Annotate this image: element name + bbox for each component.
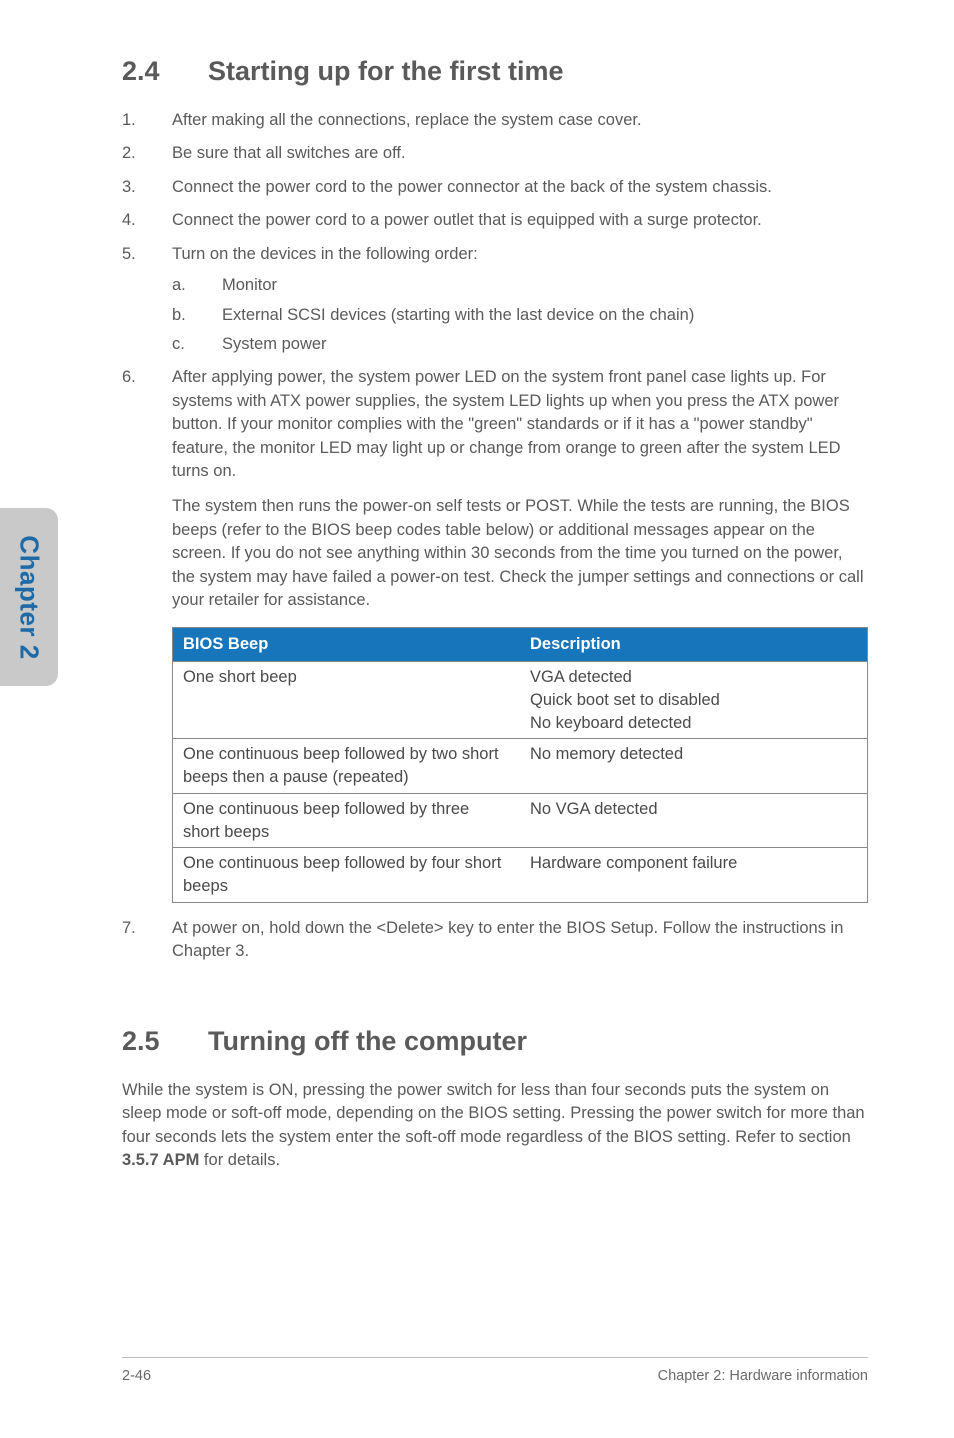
table-row: One continuous beep followed by four sho… <box>173 848 868 903</box>
table-cell: Hardware component failure <box>520 848 868 903</box>
page-footer: 2-46 Chapter 2: Hardware information <box>122 1357 868 1384</box>
step-item: 7.At power on, hold down the <Delete> ke… <box>122 917 868 964</box>
table-cell: No memory detected <box>520 739 868 794</box>
substeps-list: a.Monitor b.External SCSI devices (start… <box>172 274 868 356</box>
table-cell: No VGA detected <box>520 793 868 848</box>
section-2-5-heading: 2.5Turning off the computer <box>122 1026 868 1057</box>
table-cell: VGA detected Quick boot set to disabled … <box>520 662 868 739</box>
step-text: Connect the power cord to the power conn… <box>172 178 772 196</box>
step-item: 6.After applying power, the system power… <box>122 366 868 903</box>
substep-text: System power <box>222 335 327 353</box>
bios-beep-table: BIOS Beep Description One short beep VGA… <box>172 627 868 903</box>
substep-item: a.Monitor <box>172 274 868 297</box>
section-title: Starting up for the first time <box>208 56 564 86</box>
step-item: 4.Connect the power cord to a power outl… <box>122 209 868 232</box>
step-item: 5.Turn on the devices in the following o… <box>122 243 868 357</box>
table-row: One continuous beep followed by three sh… <box>173 793 868 848</box>
substep-item: b.External SCSI devices (starting with t… <box>172 304 868 327</box>
section-title: Turning off the computer <box>208 1026 527 1056</box>
section-2-4-heading: 2.4Starting up for the first time <box>122 56 868 87</box>
step-paragraph: The system then runs the power-on self t… <box>172 495 868 612</box>
step-text: After making all the connections, replac… <box>172 111 642 129</box>
step-item: 3.Connect the power cord to the power co… <box>122 176 868 199</box>
table-row: One short beep VGA detected Quick boot s… <box>173 662 868 739</box>
section-number: 2.5 <box>122 1026 208 1057</box>
bold-ref: 3.5.7 APM <box>122 1151 199 1169</box>
table-cell: One short beep <box>173 662 521 739</box>
section-number: 2.4 <box>122 56 208 87</box>
page-content: 2.4Starting up for the first time 1.Afte… <box>0 0 954 1438</box>
table-header: BIOS Beep <box>173 627 521 661</box>
steps-list: 1.After making all the connections, repl… <box>122 109 868 964</box>
step-item: 1.After making all the connections, repl… <box>122 109 868 132</box>
table-row: One continuous beep followed by two shor… <box>173 739 868 794</box>
substep-text: External SCSI devices (starting with the… <box>222 306 694 324</box>
table-cell: One continuous beep followed by two shor… <box>173 739 521 794</box>
step-text: Be sure that all switches are off. <box>172 144 406 162</box>
table-cell: One continuous beep followed by four sho… <box>173 848 521 903</box>
substep-item: c.System power <box>172 333 868 356</box>
table-header: Description <box>520 627 868 661</box>
step-text: Connect the power cord to a power outlet… <box>172 211 762 229</box>
step-text: Turn on the devices in the following ord… <box>172 245 478 263</box>
step-item: 2.Be sure that all switches are off. <box>122 142 868 165</box>
substep-text: Monitor <box>222 276 277 294</box>
footer-title: Chapter 2: Hardware information <box>658 1368 868 1384</box>
step-text: At power on, hold down the <Delete> key … <box>172 919 843 960</box>
table-cell: One continuous beep followed by three sh… <box>173 793 521 848</box>
step-text: After applying power, the system power L… <box>172 368 841 480</box>
page-number: 2-46 <box>122 1368 151 1384</box>
section-2-5-body: While the system is ON, pressing the pow… <box>122 1079 868 1173</box>
